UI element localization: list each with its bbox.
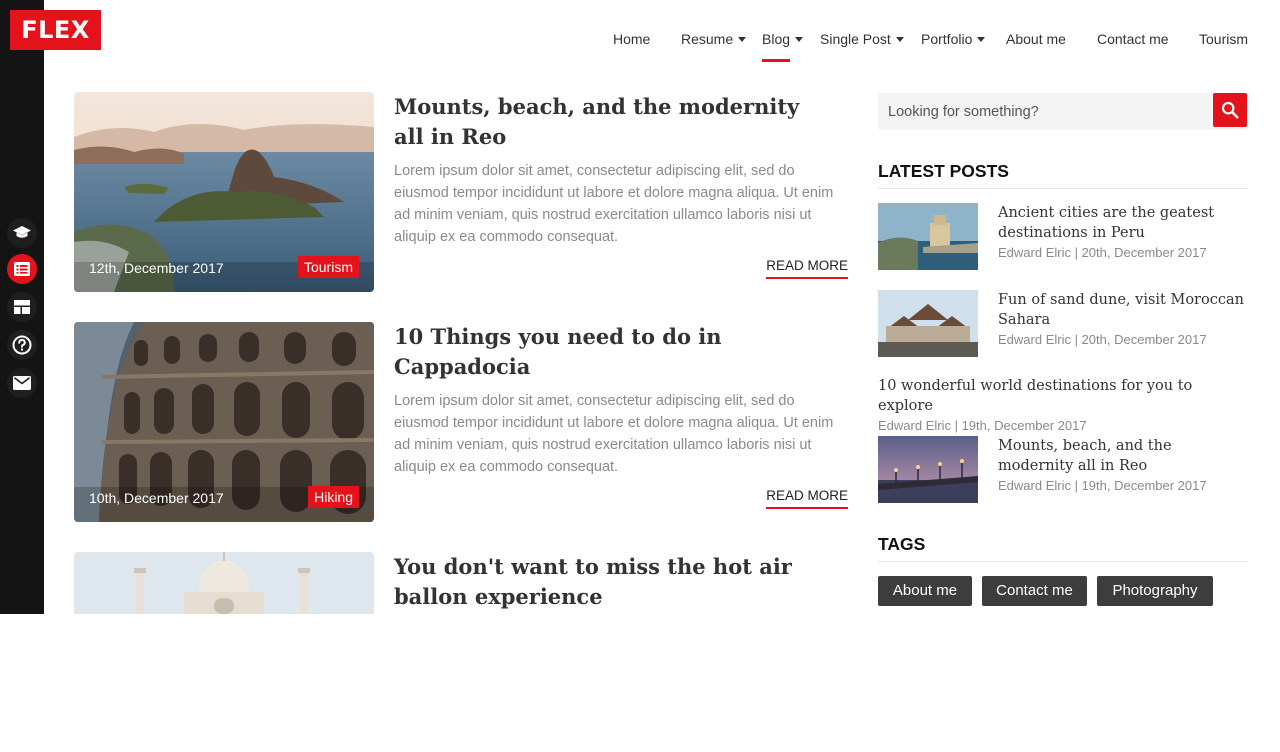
tag-photography[interactable]: Photography (1097, 576, 1213, 606)
nav-label: Contact me (1097, 31, 1169, 47)
caret-down-icon (795, 37, 804, 42)
taj-mahal-image (74, 552, 374, 614)
site-logo[interactable]: FLEX (10, 10, 101, 50)
latest-post-meta: Edward Elric | 20th, December 2017 (998, 245, 1207, 260)
post-thumbnail[interactable] (74, 552, 374, 614)
caret-down-icon (895, 37, 904, 42)
caret-down-icon (738, 37, 747, 42)
latest-post-meta: Edward Elric | 19th, December 2017 (998, 478, 1207, 493)
nav-label: About me (1006, 31, 1066, 47)
graduation-cap-icon[interactable] (7, 218, 37, 248)
read-more-link[interactable]: READ MORE (766, 488, 848, 509)
post-date: 10th, December 2017 (89, 490, 224, 506)
post-thumbnail[interactable]: 10th, December 2017 Hiking (74, 322, 374, 522)
sahara-temple-image (878, 290, 978, 357)
nav-label: Resume (681, 31, 734, 47)
latest-post-item[interactable]: Mounts, beach, and the modernity all in … (878, 436, 1248, 503)
nav-label: Tourism (1199, 31, 1249, 47)
post-excerpt: Lorem ipsum dolor sit amet, consectetur … (394, 163, 834, 245)
tag-about-me[interactable]: About me (878, 576, 972, 606)
help-circle-icon[interactable] (7, 330, 37, 360)
latest-post-meta: Edward Elric | 20th, December 2017 (998, 332, 1207, 347)
search-button[interactable] (1213, 93, 1247, 127)
post-excerpt: Lorem ipsum dolor sit amet, consectetur … (394, 393, 834, 475)
post-thumbnail[interactable]: 12th, December 2017 Tourism (74, 92, 374, 292)
latest-post-title[interactable]: Mounts, beach, and the modernity all in … (998, 436, 1248, 476)
side-navigation (0, 0, 44, 614)
nav-label: Single Post (820, 31, 891, 47)
latest-post-thumbnail[interactable] (878, 203, 978, 270)
latest-post-title[interactable]: 10 wonderful world destinations for you … (878, 376, 1248, 416)
latest-post-item[interactable]: 10 wonderful world destinations for you … (878, 376, 1248, 433)
portfolio-grid-icon[interactable] (7, 292, 37, 322)
latest-post-thumbnail[interactable] (878, 436, 978, 503)
blog-post: 12th, December 2017 Tourism Mounts, beac… (74, 92, 848, 292)
blog-post: You don't want to miss the hot air ballo… (74, 552, 848, 752)
read-more-link[interactable]: READ MORE (766, 258, 848, 279)
latest-post-item[interactable]: Ancient cities are the geatest destinati… (878, 203, 1248, 270)
nav-item-tourism[interactable]: Tourism (1199, 31, 1248, 47)
post-title[interactable]: Mounts, beach, and the modernity all in … (394, 92, 834, 152)
evening-bridge-image (878, 436, 978, 503)
category-badge[interactable]: Hiking (308, 486, 359, 508)
latest-post-item[interactable]: Fun of sand dune, visit Moroccan Sahara … (878, 290, 1248, 357)
active-nav-indicator (762, 59, 790, 62)
search-icon (1221, 101, 1239, 119)
peru-coast-image (878, 203, 978, 270)
tags-heading: TAGS (878, 534, 1248, 562)
blog-list-icon[interactable] (7, 254, 37, 284)
search-box (878, 93, 1248, 130)
latest-post-title[interactable]: Fun of sand dune, visit Moroccan Sahara (998, 290, 1248, 330)
latest-post-title[interactable]: Ancient cities are the geatest destinati… (998, 203, 1248, 243)
caret-down-icon (977, 37, 986, 42)
nav-item-single-post[interactable]: Single Post (820, 31, 904, 47)
nav-label: Blog (762, 31, 791, 47)
nav-item-home[interactable]: Home (613, 31, 650, 47)
latest-post-meta: Edward Elric | 19th, December 2017 (878, 418, 1087, 433)
mail-icon[interactable] (7, 368, 37, 398)
nav-item-contact-me[interactable]: Contact me (1097, 31, 1169, 47)
blog-post: 10th, December 2017 Hiking 10 Things you… (74, 322, 848, 522)
latest-posts-heading: LATEST POSTS (878, 161, 1248, 189)
nav-item-about-me[interactable]: About me (1006, 31, 1066, 47)
nav-item-portfolio[interactable]: Portfolio (921, 31, 986, 47)
category-badge[interactable]: Tourism (297, 256, 359, 278)
nav-item-resume[interactable]: Resume (681, 31, 747, 47)
latest-post-thumbnail[interactable] (878, 290, 978, 357)
nav-label: Portfolio (921, 31, 973, 47)
search-input[interactable] (878, 93, 1212, 130)
post-date: 12th, December 2017 (89, 260, 224, 276)
tag-contact-me[interactable]: Contact me (982, 576, 1087, 606)
nav-item-blog[interactable]: Blog (762, 31, 804, 47)
nav-label: Home (613, 31, 651, 47)
post-title[interactable]: You don't want to miss the hot air ballo… (394, 552, 844, 612)
post-title[interactable]: 10 Things you need to do in Cappadocia (394, 322, 834, 382)
